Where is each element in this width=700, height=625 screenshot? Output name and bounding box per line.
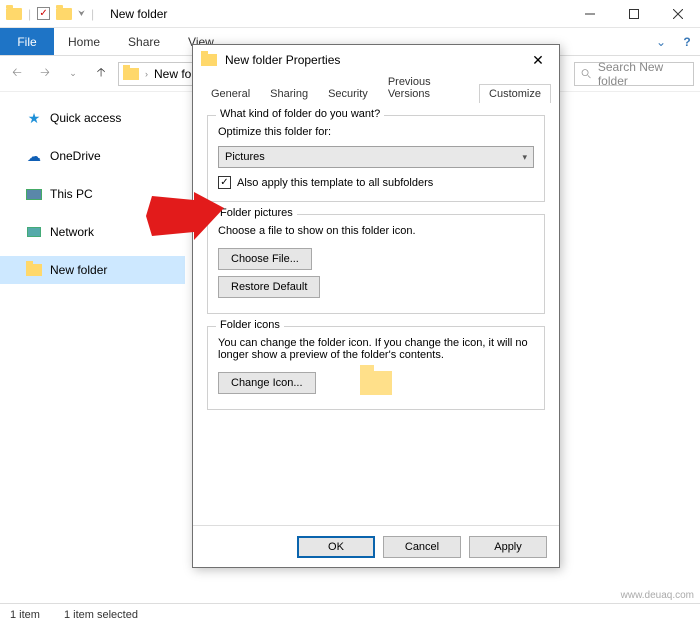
quick-access-toolbar: | ✓ ⮟ | <box>0 7 100 21</box>
folder-pictures-desc: Choose a file to show on this folder ico… <box>218 225 534 237</box>
apply-subfolders-checkbox[interactable]: ✓ <box>218 176 231 189</box>
dialog-titlebar: New folder Properties ✕ <box>193 45 559 75</box>
tab-home[interactable]: Home <box>54 28 114 55</box>
folder-preview-icon <box>360 371 392 395</box>
apply-button[interactable]: Apply <box>469 536 547 558</box>
star-icon: ★ <box>26 110 42 126</box>
cancel-button[interactable]: Cancel <box>383 536 461 558</box>
tab-general[interactable]: General <box>201 84 260 103</box>
folder-icon <box>123 68 139 80</box>
optimize-label: Optimize this folder for: <box>218 126 534 138</box>
breadcrumb[interactable]: New fo <box>154 67 191 81</box>
qat-divider: | <box>91 7 94 21</box>
sidebar-item-label: New folder <box>50 263 107 277</box>
choose-file-button[interactable]: Choose File... <box>218 248 312 270</box>
properties-dialog: New folder Properties ✕ General Sharing … <box>192 44 560 568</box>
chevron-down-icon: ▾ <box>522 152 527 163</box>
window-title: New folder <box>100 7 568 21</box>
group-legend: Folder icons <box>216 319 284 331</box>
change-icon-button[interactable]: Change Icon... <box>218 372 316 394</box>
close-button[interactable] <box>656 0 700 28</box>
pc-icon <box>26 186 42 202</box>
optimize-select[interactable]: Pictures ▾ <box>218 146 534 168</box>
dialog-tabs: General Sharing Security Previous Versio… <box>193 79 559 103</box>
sidebar-item-label: Quick access <box>50 111 121 125</box>
group-legend: Folder pictures <box>216 207 297 219</box>
status-item-count: 1 item <box>10 609 40 621</box>
up-button[interactable]: 🡡 <box>90 63 112 85</box>
search-placeholder: Search New folder <box>598 60 687 88</box>
apply-subfolders-label: Also apply this template to all subfolde… <box>237 177 433 189</box>
sidebar-item-quick-access[interactable]: ★ Quick access <box>0 104 185 132</box>
watermark: www.deuaq.com <box>621 590 694 601</box>
help-icon[interactable]: ? <box>674 28 700 55</box>
select-value: Pictures <box>225 151 265 163</box>
window-controls <box>568 0 700 28</box>
status-selected-count: 1 item selected <box>64 609 138 621</box>
qat-chevron-icon[interactable]: ⮟ <box>78 9 85 19</box>
sidebar-item-label: OneDrive <box>50 149 101 163</box>
group-folder-pictures: Folder pictures Choose a file to show on… <box>207 214 545 314</box>
cloud-icon: ☁ <box>26 148 42 164</box>
folder-icon <box>201 54 217 66</box>
sidebar-item-new-folder[interactable]: New folder <box>0 256 185 284</box>
folder-icon <box>56 8 72 20</box>
minimize-button[interactable] <box>568 0 612 28</box>
annotation-arrow-icon <box>146 192 226 242</box>
search-input[interactable]: Search New folder <box>574 62 694 86</box>
qat-divider: | <box>28 7 31 21</box>
recent-locations-icon[interactable]: ⌄ <box>62 63 84 85</box>
nav-pane: ★ Quick access ☁ OneDrive This PC Networ… <box>0 92 185 597</box>
sidebar-item-label: Network <box>50 225 94 239</box>
dialog-close-button[interactable]: ✕ <box>525 52 551 69</box>
ok-button[interactable]: OK <box>297 536 375 558</box>
group-legend: What kind of folder do you want? <box>216 108 384 120</box>
apply-subfolders-row: ✓ Also apply this template to all subfol… <box>218 176 534 189</box>
status-bar: 1 item 1 item selected <box>0 603 700 625</box>
group-folder-icons: Folder icons You can change the folder i… <box>207 326 545 410</box>
tab-customize[interactable]: Customize <box>479 84 551 103</box>
window-titlebar: | ✓ ⮟ | New folder <box>0 0 700 28</box>
file-tab[interactable]: File <box>0 28 54 55</box>
dialog-body: What kind of folder do you want? Optimiz… <box>193 103 559 525</box>
restore-default-button[interactable]: Restore Default <box>218 276 320 298</box>
checkbox-icon[interactable]: ✓ <box>37 7 50 20</box>
sidebar-item-label: This PC <box>50 187 93 201</box>
dialog-title: New folder Properties <box>225 53 525 67</box>
search-icon <box>581 68 592 80</box>
ribbon-collapse-icon[interactable]: ⌄ <box>648 28 674 55</box>
breadcrumb-sep-icon[interactable]: › <box>145 69 148 79</box>
tab-security[interactable]: Security <box>318 84 378 103</box>
tab-sharing[interactable]: Sharing <box>260 84 318 103</box>
tab-share[interactable]: Share <box>114 28 174 55</box>
folder-icons-desc: You can change the folder icon. If you c… <box>218 337 534 361</box>
dialog-button-row: OK Cancel Apply <box>193 525 559 567</box>
tab-previous-versions[interactable]: Previous Versions <box>378 72 479 103</box>
forward-button[interactable]: 🡢 <box>34 63 56 85</box>
group-folder-kind: What kind of folder do you want? Optimiz… <box>207 115 545 202</box>
maximize-button[interactable] <box>612 0 656 28</box>
network-icon <box>26 224 42 240</box>
folder-icon <box>6 8 22 20</box>
folder-icon <box>26 262 42 278</box>
back-button[interactable]: 🡠 <box>6 63 28 85</box>
sidebar-item-onedrive[interactable]: ☁ OneDrive <box>0 142 185 170</box>
